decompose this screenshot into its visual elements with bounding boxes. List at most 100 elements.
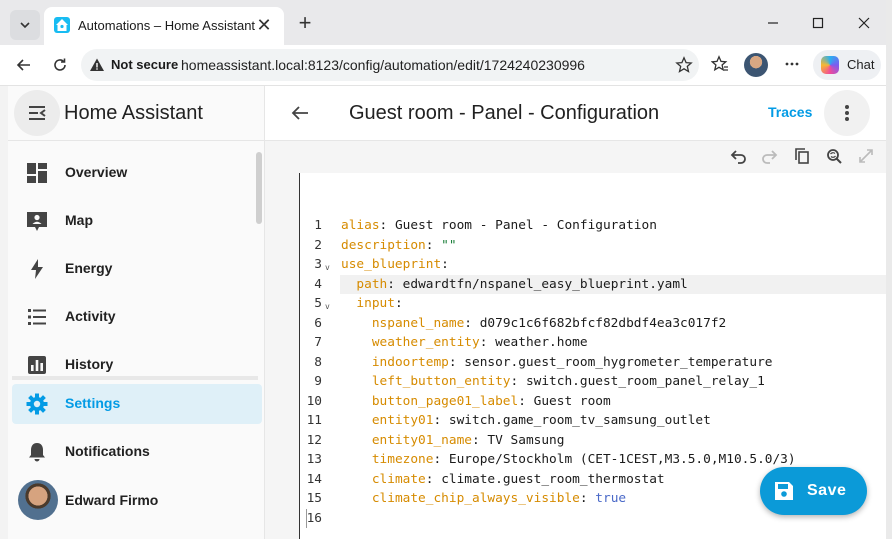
minimize-icon [768,22,778,24]
bookmark-star-icon[interactable] [673,54,695,76]
code-line[interactable]: 9 left_button_entity: switch.guest_room_… [300,372,886,392]
tab-bar: Automations – Home Assistant ✕ + [0,0,886,45]
fullscreen-button[interactable] [855,145,877,167]
reload-button[interactable] [46,51,74,79]
yaml-key: weather_entity [371,335,480,350]
yaml-key: entity01 [371,413,434,428]
copilot-icon [821,56,839,74]
browser-back-button[interactable] [10,51,38,79]
find-replace-button[interactable] [823,145,845,167]
new-tab-button[interactable]: + [292,10,318,36]
code-line[interactable]: 10 button_page01_label: Guest room [300,392,886,412]
code-content: entity01_name: TV Samsung [371,432,565,448]
traces-button[interactable]: Traces [768,104,812,120]
yaml-value: d079c1c6f682bfcf82dbdf4ea3c017f2 [479,315,727,331]
sidebar-header: Home Assistant [8,86,264,141]
code-content: button_page01_label: Guest room [371,393,611,409]
yaml-key: path [356,276,388,292]
line-number: 12 [306,432,322,448]
line-number: 13 [306,452,322,467]
yaml-value: TV Samsung [487,432,565,448]
line-number: 4 [314,276,322,292]
arrow-left-icon [291,106,308,120]
sidebar-scrollbar[interactable] [256,152,262,224]
url-text[interactable]: homeassistant.local:8123/config/automati… [181,57,585,73]
code-line[interactable]: 3 v use_blueprint: [300,255,886,275]
code-content: nspanel_name: d079c1c6f682bfcf82dbdf4ea3… [371,315,727,331]
yaml-key: left_button_entity [371,374,511,389]
yaml-value: Europe/Stockholm (CET-1CEST,M3.5.0,M10.5… [448,452,796,467]
code-content: use_blueprint: [341,257,449,272]
sidebar-item-overview[interactable]: Overview [12,153,262,193]
code-line[interactable]: 2 description: "" [300,236,886,256]
yaml-key: input [356,296,395,311]
code-line[interactable]: 4 path: edwardtfn/nspanel_easy_blueprint… [300,275,886,295]
close-window-button[interactable] [849,10,879,36]
arrow-left-icon [16,59,30,71]
copilot-chat-button[interactable]: Chat [813,50,881,80]
line-number: 3 [314,257,322,272]
code-line[interactable]: 1 alias: Guest room - Panel - Configurati… [300,216,886,236]
yaml-value: true [595,491,627,506]
settings-icon [26,393,48,415]
user-avatar[interactable] [18,480,58,520]
home-assistant-page: Home Assistant Overview Map Energy Activ… [8,86,886,539]
sidebar-item-map[interactable]: Map [12,201,262,241]
sidebar-item-label: History [65,356,114,372]
line-number: 5 [314,296,322,311]
editor-toolbar [265,141,886,171]
code-line[interactable]: 12 entity01_name: TV Samsung [300,431,886,451]
sidebar-item-activity[interactable]: Activity [12,297,262,337]
profile-avatar[interactable] [744,53,768,77]
favorites-icon [711,55,728,72]
yaml-value: edwardtfn/nspanel_easy_blueprint.yaml [402,276,688,292]
sidebar-item-settings[interactable]: Settings [12,384,262,424]
line-number: 15 [306,491,322,506]
overflow-menu-button[interactable] [824,90,870,136]
save-button[interactable]: Save [760,467,867,515]
reload-icon [54,58,66,71]
yaml-value: switch.game_room_tv_samsung_outlet [448,413,711,428]
code-content: entity01: switch.game_room_tv_samsung_ou… [371,413,711,428]
omnibox[interactable]: Not secure homeassistant.local:8123/conf… [81,49,699,81]
yaml-key: button_page01_label [371,393,519,409]
sidebar-item-notifications[interactable]: Notifications [12,432,262,472]
close-tab-icon[interactable]: ✕ [254,15,274,35]
history-icon [28,356,46,374]
minimize-window-button[interactable] [758,10,788,36]
sidebar-item-energy[interactable]: Energy [12,249,262,289]
code-content: climate_chip_always_visible: true [371,491,627,506]
chevron-down-icon [20,22,30,29]
favorites-button[interactable] [706,50,734,78]
tab-search-button[interactable] [10,10,40,40]
back-button[interactable] [285,98,315,128]
copy-button[interactable] [791,145,813,167]
sidebar-item-label: Energy [65,260,113,276]
code-content: path: edwardtfn/nspanel_easy_blueprint.y… [356,276,688,292]
yaml-key: nspanel_name [371,315,465,331]
code-line[interactable]: 6 nspanel_name: d079c1c6f682bfcf82dbdf4e… [300,314,886,334]
yaml-value: weather.home [495,335,588,350]
maximize-icon [812,17,824,29]
code-line[interactable]: 7 weather_entity: weather.home [300,333,886,353]
browser-tab[interactable]: Automations – Home Assistant ✕ [44,7,284,45]
fullscreen-icon [859,149,873,163]
line-number: 2 [314,237,322,253]
undo-button[interactable] [727,145,749,167]
code-line[interactable]: 11 entity01: switch.game_room_tv_samsung… [300,411,886,431]
code-line[interactable]: 5v input: [300,294,886,314]
security-indicator[interactable]: Not secure [111,57,178,72]
maximize-window-button[interactable] [803,10,833,36]
user-name[interactable]: Edward Firmo [65,492,158,508]
line-number: 14 [306,471,322,487]
yaml-value: switch.guest_room_panel_relay_1 [525,374,765,389]
sidebar-toggle-button[interactable] [14,90,60,136]
code-content: climate: climate.guest_room_thermostat [371,471,665,487]
line-number: 1 [314,218,322,233]
redo-button[interactable] [759,145,781,167]
yaml-key: alias [341,218,380,233]
page-title: Guest room - Panel - Configuration [349,102,660,124]
more-options-button[interactable] [778,50,806,78]
app-title: Home Assistant [64,102,203,124]
code-line[interactable]: 8 indoortemp: sensor.guest_room_hygromet… [300,353,886,373]
